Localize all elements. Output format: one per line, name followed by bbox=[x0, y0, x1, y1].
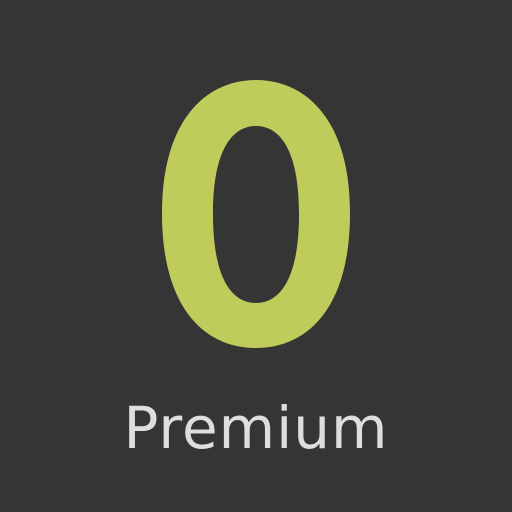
app-icon: O Premium bbox=[0, 0, 512, 512]
logo-letter-o: O bbox=[162, 80, 350, 348]
letter-o-shape bbox=[162, 80, 350, 348]
premium-label: Premium bbox=[123, 394, 389, 462]
